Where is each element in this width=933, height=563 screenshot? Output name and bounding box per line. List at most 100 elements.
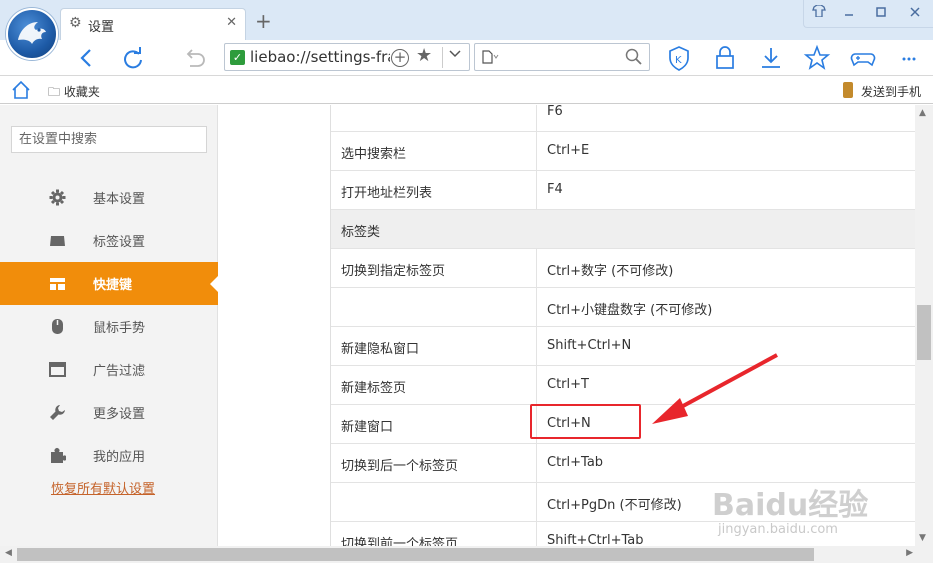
sidebar-item-label: 我的应用 [93, 450, 146, 465]
gear-icon: ⚙ [69, 15, 82, 31]
address-text[interactable]: liebao://settings-frame/keyboard [250, 48, 390, 66]
shortcut-icon [49, 275, 66, 292]
shortcut-action: 切换到指定标签页 [341, 264, 446, 279]
tab-title: 设置 [88, 20, 115, 35]
annotation-arrow [652, 353, 778, 424]
shortcut-key[interactable]: Ctrl+E [547, 143, 589, 158]
sidebar-item-shortcuts[interactable]: 快捷键 [0, 262, 218, 305]
settings-sidebar: 基本设置 标签设置 快捷键 鼠标手势 广告过滤 更多设置 [0, 105, 218, 546]
highlight-box [530, 404, 641, 439]
puzzle-icon [49, 447, 67, 464]
minimize-icon[interactable] [834, 0, 864, 28]
sidebar-item-my-apps[interactable]: 我的应用 [0, 434, 218, 477]
shortcut-key[interactable]: Shift+Ctrl+Tab [547, 533, 643, 546]
sidebar-item-basic[interactable]: 基本设置 [0, 176, 218, 219]
table-row: 切换到后一个标签页 Ctrl+Tab [331, 444, 915, 483]
search-icon[interactable] [625, 48, 643, 70]
section-title: 标签类 [341, 225, 381, 240]
navigation-bar: ✓ liebao://settings-frame/keyboard + ★ K [0, 40, 933, 76]
browser-logo[interactable] [6, 8, 58, 60]
shortcut-key[interactable]: Ctrl+T [547, 377, 589, 392]
back-icon[interactable] [73, 44, 101, 72]
shortcut-key[interactable]: Shift+Ctrl+N [547, 338, 631, 353]
tab-icon [49, 232, 66, 249]
maximize-icon[interactable] [866, 0, 896, 28]
favorites-folder[interactable]: 🗀 收藏夹 [48, 83, 100, 104]
shortcut-action: 新建隐私窗口 [341, 342, 420, 357]
table-row: Ctrl+小键盘数字 (不可修改) [331, 288, 915, 327]
sidebar-item-label: 标签设置 [93, 235, 146, 250]
search-box[interactable] [474, 43, 650, 71]
new-tab-button[interactable]: + [255, 11, 272, 31]
horizontal-scrollbar[interactable]: ◀ ▶ [0, 546, 933, 563]
table-row: 新建隐私窗口 Shift+Ctrl+N [331, 327, 915, 366]
sidebar-item-ad-filter[interactable]: 广告过滤 [0, 348, 218, 391]
page-icon [481, 50, 499, 67]
secure-check-icon: ✓ [230, 50, 245, 65]
vertical-scrollbar[interactable]: ▲ ▼ [915, 105, 933, 546]
table-row: F6 [331, 105, 915, 132]
watermark-url: jingyan.baidu.com [718, 522, 838, 537]
shortcut-action: 切换到前一个标签页 [341, 537, 459, 546]
table-row: 打开地址栏列表 F4 [331, 171, 915, 210]
more-icon[interactable] [895, 44, 923, 72]
sidebar-item-label: 广告过滤 [93, 364, 146, 379]
address-bar[interactable]: ✓ liebao://settings-frame/keyboard + ★ [224, 43, 470, 71]
favorites-label: 收藏夹 [63, 85, 100, 99]
scroll-left-icon[interactable]: ◀ [5, 548, 12, 558]
section-header: 标签类 [331, 210, 915, 249]
add-icon[interactable]: + [391, 49, 409, 67]
bookmark-star-icon[interactable]: ★ [416, 45, 432, 66]
tab-close-icon[interactable]: ✕ [226, 15, 237, 30]
shortcut-action: 切换到后一个标签页 [341, 459, 459, 474]
mouse-icon [49, 318, 66, 335]
download-icon[interactable] [757, 44, 785, 72]
phone-icon [843, 82, 853, 98]
shield-icon[interactable]: K [665, 44, 693, 72]
shortcut-action: 选中搜索栏 [341, 147, 407, 162]
favorite-star-icon[interactable] [803, 44, 831, 72]
table-row: 选中搜索栏 Ctrl+E [331, 132, 915, 171]
scroll-up-icon[interactable]: ▲ [919, 108, 926, 118]
shortcut-key[interactable]: Ctrl+Tab [547, 455, 603, 470]
sidebar-item-label: 更多设置 [93, 407, 146, 422]
sidebar-item-mouse-gesture[interactable]: 鼠标手势 [0, 305, 218, 348]
scroll-down-icon[interactable]: ▼ [919, 533, 926, 543]
shortcut-key[interactable]: Ctrl+PgDn (不可修改) [547, 494, 682, 513]
scroll-thumb[interactable] [917, 305, 931, 360]
tab-settings[interactable]: ⚙ 设置 ✕ [60, 8, 246, 40]
window-icon [49, 361, 66, 378]
close-window-icon[interactable] [900, 0, 930, 28]
shortcut-action: 新建标签页 [341, 381, 407, 396]
shortcut-key[interactable]: F4 [547, 182, 563, 197]
undo-icon[interactable] [180, 44, 208, 72]
settings-search-input[interactable] [11, 126, 207, 153]
table-row: 新建标签页 Ctrl+T [331, 366, 915, 405]
gamepad-icon[interactable] [849, 44, 877, 72]
scroll-thumb[interactable] [17, 548, 814, 561]
scroll-right-icon[interactable]: ▶ [906, 548, 913, 558]
shortcut-key[interactable]: Ctrl+小键盘数字 (不可修改) [547, 299, 712, 318]
sidebar-item-tabs[interactable]: 标签设置 [0, 219, 218, 262]
lock-icon[interactable] [711, 44, 739, 72]
sidebar-item-label: 鼠标手势 [93, 321, 146, 336]
wrench-icon [49, 404, 66, 421]
shortcut-key[interactable]: F6 [547, 105, 563, 119]
shortcut-key[interactable]: Ctrl+数字 (不可修改) [547, 260, 673, 279]
send-to-phone-button[interactable]: 发送到手机 [861, 83, 921, 100]
bookmark-bar: 🗀 收藏夹 发送到手机 [0, 77, 933, 104]
svg-text:K: K [675, 55, 682, 66]
watermark-brand: Baidu经验 [712, 488, 869, 523]
watermark: Baidu经验 jingyan.baidu.com [712, 480, 869, 537]
folder-icon: 🗀 [48, 85, 61, 99]
home-icon[interactable] [11, 80, 31, 104]
sidebar-item-more-settings[interactable]: 更多设置 [0, 391, 218, 434]
shortcut-action: 打开地址栏列表 [341, 186, 433, 201]
refresh-icon[interactable] [119, 44, 147, 72]
gear-icon [49, 189, 66, 206]
chevron-down-icon[interactable] [449, 47, 461, 64]
sidebar-item-label: 基本设置 [93, 192, 146, 207]
skin-icon[interactable] [804, 0, 834, 28]
restore-defaults-link[interactable]: 恢复所有默认设置 [51, 478, 155, 497]
window-controls [803, 0, 933, 28]
